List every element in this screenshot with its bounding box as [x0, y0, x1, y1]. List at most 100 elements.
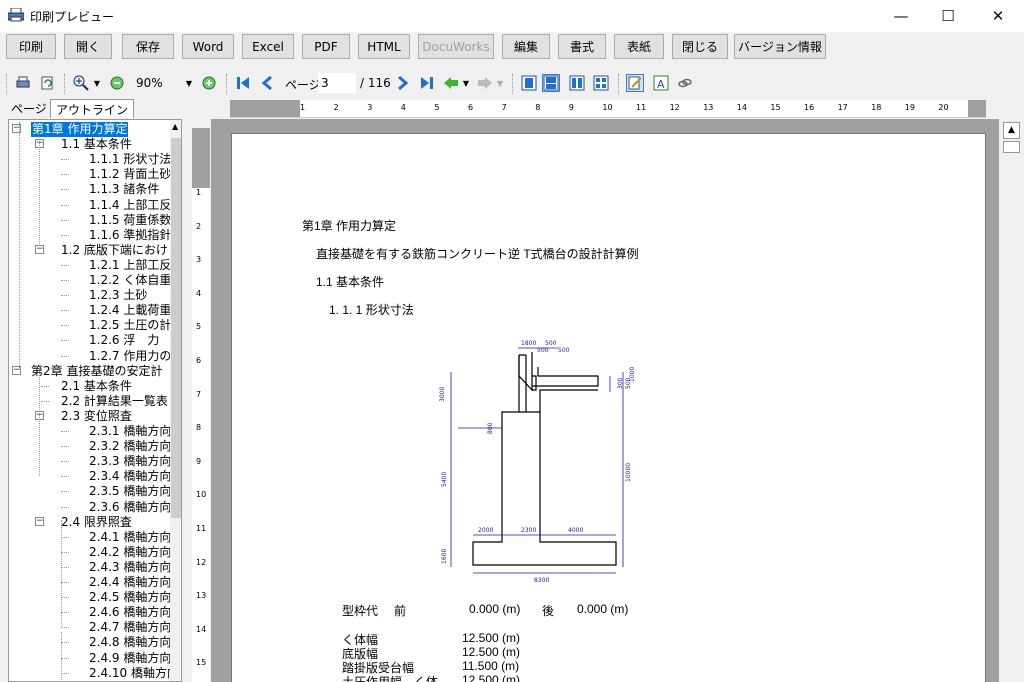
outline-item-label[interactable]: 2.4.5 橋軸方向: [89, 590, 171, 605]
docuworks-button[interactable]: DocuWorks: [418, 34, 494, 59]
outline-item-label[interactable]: 2.4.2 橋軸方向: [89, 545, 171, 560]
outline-item[interactable]: 2.4.10 橋軸方向: [9, 666, 179, 681]
outline-item-label[interactable]: 1.2.7 作用力の: [89, 349, 171, 364]
zoom-in-icon[interactable]: [200, 74, 218, 92]
outline-item[interactable]: 2.4.2 橋軸方向: [9, 545, 171, 560]
close-window-button[interactable]: ✕: [975, 0, 1021, 32]
outline-item[interactable]: 1.2.1 上部工反: [9, 258, 171, 273]
outline-item[interactable]: 1.2.2 く体自重: [9, 273, 171, 288]
outline-item[interactable]: 1.2.3 土砂: [9, 288, 169, 303]
outline-item-label[interactable]: 1.1.3 諸条件: [89, 182, 159, 197]
open-button[interactable]: 開く: [64, 34, 112, 59]
chevron-down-icon[interactable]: ▼: [92, 74, 102, 92]
outline-item-label[interactable]: 1.1.1 形状寸法: [89, 152, 171, 167]
outline-item-label[interactable]: 1.2 底版下端におけ: [61, 243, 168, 258]
outline-item[interactable]: 2.4.9 橋軸方向: [9, 651, 171, 666]
outline-item[interactable]: 2.4.6 橋軸方向: [9, 605, 171, 620]
previous-page-icon[interactable]: [258, 74, 276, 92]
outline-item-label[interactable]: 2.4.7 橋軸方向: [89, 620, 171, 635]
outline-item[interactable]: 1.1.4 上部工反: [9, 198, 171, 213]
outline-item[interactable]: −2.3 変位照査: [9, 409, 169, 424]
outline-item-label[interactable]: 2.3.2 橋軸方向: [89, 439, 171, 454]
collapse-toggle-icon[interactable]: −: [35, 244, 44, 254]
back-arrow-icon[interactable]: [442, 74, 460, 92]
outline-item[interactable]: 2.3.3 橋軸方向: [9, 454, 171, 469]
outline-item[interactable]: 2.3.4 橋軸方向: [9, 469, 171, 484]
outline-item-label[interactable]: 第1章 作用力算定: [31, 122, 129, 137]
outline-item[interactable]: 2.4.3 橋軸方向: [9, 560, 171, 575]
outline-item[interactable]: 1.1.1 形状寸法: [9, 152, 171, 167]
minimize-button[interactable]: —: [878, 0, 924, 32]
outline-item[interactable]: 2.4.1 橋軸方向: [9, 530, 171, 545]
outline-item-label[interactable]: 2.4.4 橋軸方向: [89, 575, 171, 590]
zoom-level-select[interactable]: 90%: [136, 76, 163, 90]
save-button[interactable]: 保存: [122, 34, 174, 59]
printer-setup-icon[interactable]: [14, 74, 32, 92]
outline-scroll-thumb[interactable]: [171, 138, 181, 518]
outline-scrollbar[interactable]: ▲: [170, 120, 181, 681]
outline-item[interactable]: − 1.2 底版下端におけ: [9, 243, 169, 258]
scroll-up-icon[interactable]: ▲: [172, 122, 178, 131]
zoom-in-magnifier-icon[interactable]: [72, 74, 90, 92]
scroll-up-icon[interactable]: ▲: [1003, 122, 1020, 139]
outline-item-label[interactable]: 第2章 直接基礎の安定計: [31, 364, 162, 379]
outline-item[interactable]: 2.3.6 橋軸方向: [9, 500, 171, 515]
next-page-icon[interactable]: [394, 74, 412, 92]
outline-item-label[interactable]: 2.4 限界照査: [61, 515, 132, 530]
outline-item-label[interactable]: 1.2.4 上載荷重: [89, 303, 171, 318]
outline-item-label[interactable]: 2.3.5 橋軸方向: [89, 484, 171, 499]
multi-page-icon[interactable]: [592, 74, 610, 92]
outline-item-label[interactable]: 2.4.6 橋軸方向: [89, 605, 171, 620]
outline-item-label[interactable]: 2.3.3 橋軸方向: [89, 454, 171, 469]
outline-item-label[interactable]: 2.4.10 橋軸方向: [89, 666, 179, 681]
outline-item[interactable]: 2.1 基本条件: [9, 379, 169, 394]
fit-page-icon[interactable]: [542, 74, 560, 92]
html-button[interactable]: HTML: [358, 34, 410, 59]
last-page-icon[interactable]: [418, 74, 436, 92]
excel-button[interactable]: Excel: [242, 34, 294, 59]
chevron-down-icon[interactable]: ▼: [461, 74, 471, 92]
outline-item[interactable]: −1.1 基本条件: [9, 137, 169, 152]
single-page-icon[interactable]: [520, 74, 538, 92]
first-page-icon[interactable]: [234, 74, 252, 92]
outline-item[interactable]: − 2.4 限界照査: [9, 515, 169, 530]
outline-item-label[interactable]: 2.3 変位照査: [61, 409, 132, 424]
outline-item-label[interactable]: 2.3.6 橋軸方向: [89, 500, 171, 515]
close-button[interactable]: 閉じる: [672, 34, 728, 59]
preview-scrollbar[interactable]: ▲: [1000, 119, 1024, 682]
version-info-button[interactable]: バージョン情報: [734, 34, 826, 59]
outline-item-label[interactable]: 1.2.6 浮 力: [89, 333, 159, 348]
outline-item[interactable]: 2.4.5 橋軸方向: [9, 590, 171, 605]
refresh-page-icon[interactable]: [38, 74, 56, 92]
outline-item-label[interactable]: 1.1.6 準拠指針: [89, 228, 171, 243]
outline-item[interactable]: 1.1.2 背面土砂: [9, 167, 171, 182]
edit-pen-icon[interactable]: [626, 74, 644, 92]
outline-item-label[interactable]: 1.2.5 土圧の計: [89, 318, 171, 333]
outline-item[interactable]: 2.3.5 橋軸方向: [9, 484, 171, 499]
pane-splitter[interactable]: [183, 119, 191, 682]
outline-item-label[interactable]: 1.1.4 上部工反: [89, 198, 171, 213]
outline-item[interactable]: − 第2章 直接基礎の安定計: [9, 364, 169, 379]
outline-item[interactable]: 2.2 計算結果一覧表: [9, 394, 169, 409]
preview-scroll-thumb[interactable]: [1003, 141, 1020, 153]
page-number-input[interactable]: [318, 73, 356, 93]
tab-outline[interactable]: アウトライン: [50, 99, 135, 118]
outline-item[interactable]: 2.4.7 橋軸方向: [9, 620, 171, 635]
edit-button[interactable]: 編集: [502, 34, 550, 59]
outline-item-label[interactable]: 2.3.1 橋軸方向: [89, 424, 171, 439]
outline-item[interactable]: 2.4.8 橋軸方向: [9, 635, 171, 650]
format-button[interactable]: 書式: [558, 34, 606, 59]
collapse-toggle-icon[interactable]: −: [35, 516, 44, 526]
outline-item-label[interactable]: 2.4.8 橋軸方向: [89, 635, 171, 650]
outline-item-label[interactable]: 1.2.3 土砂: [89, 288, 147, 303]
outline-item-label[interactable]: 1.2.1 上部工反: [89, 258, 171, 273]
chevron-down-icon[interactable]: ▼: [184, 74, 194, 92]
outline-item[interactable]: 1.2.4 上載荷重: [9, 303, 171, 318]
outline-item-label[interactable]: 1.2.2 く体自重: [89, 273, 171, 288]
outline-item-label[interactable]: 2.2 計算結果一覧表: [61, 394, 168, 409]
outline-item-label[interactable]: 1.1.5 荷重係数: [89, 213, 171, 228]
tab-page[interactable]: ページ: [6, 99, 52, 118]
outline-item[interactable]: 1.2.7 作用力の: [9, 349, 171, 364]
outline-item[interactable]: 2.3.2 橋軸方向: [9, 439, 171, 454]
outline-item-label[interactable]: 2.4.1 橋軸方向: [89, 530, 171, 545]
